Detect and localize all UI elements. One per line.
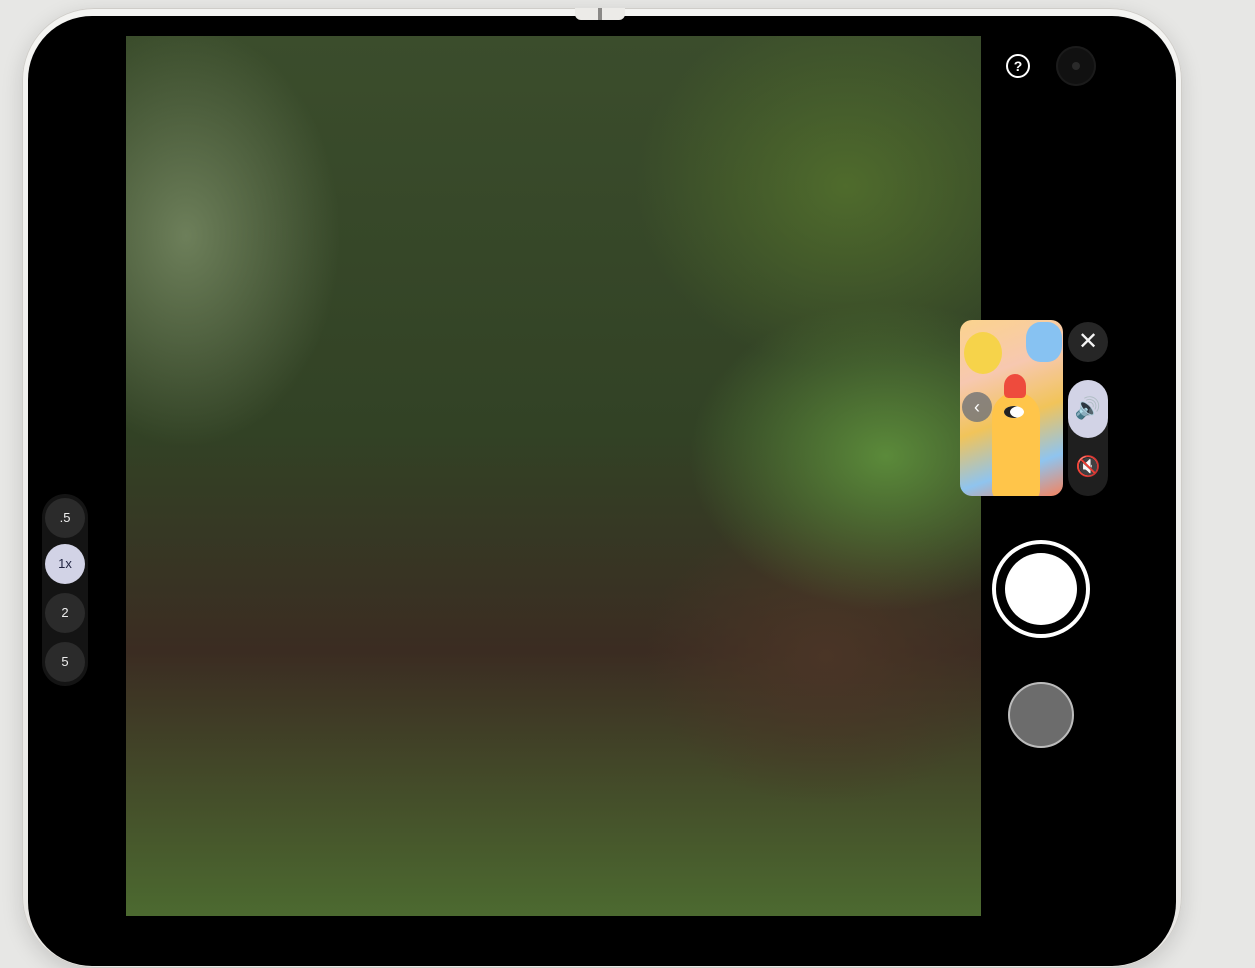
gallery-thumbnail[interactable] <box>1008 682 1074 748</box>
chick-illustration <box>992 374 1040 496</box>
attention-screen-preview[interactable]: ‹ <box>960 320 1063 496</box>
camera-viewfinder[interactable] <box>126 36 981 916</box>
close-icon[interactable]: ✕ <box>1068 322 1108 362</box>
chevron-left-icon[interactable]: ‹ <box>962 392 992 422</box>
volume-off-icon[interactable]: 🔇 <box>1068 438 1108 496</box>
volume-icon[interactable]: 🔊 <box>1068 380 1108 438</box>
zoom-button-2x[interactable]: 2 <box>45 593 85 633</box>
zoom-selector: .5 1x 2 5 <box>42 494 88 686</box>
front-camera-icon <box>1056 46 1096 86</box>
sound-toggle: 🔊 🔇 <box>1068 380 1108 496</box>
viewfinder-background <box>126 36 981 916</box>
zoom-button-5x[interactable]: 5 <box>45 642 85 682</box>
help-icon[interactable]: ? <box>1006 54 1030 78</box>
hinge <box>575 8 625 20</box>
shutter-button[interactable] <box>992 540 1090 638</box>
zoom-button-1x[interactable]: 1x <box>45 544 85 584</box>
preview-art <box>1026 322 1062 362</box>
zoom-button-0-5x[interactable]: .5 <box>45 498 85 538</box>
preview-art <box>964 332 1002 374</box>
